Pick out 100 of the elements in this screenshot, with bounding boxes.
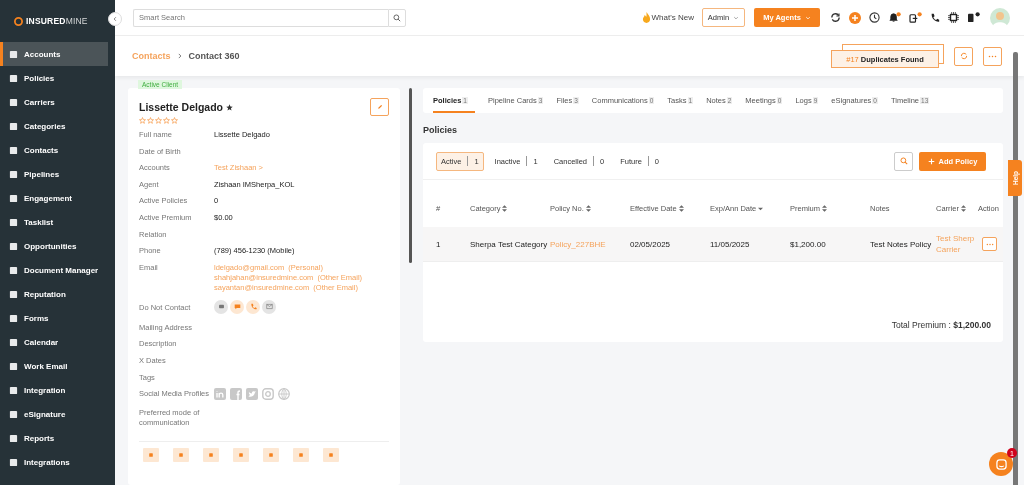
sidebar-item[interactable]: Calendar <box>0 330 108 354</box>
facebook-icon[interactable] <box>230 388 242 401</box>
collapse-button[interactable] <box>108 12 122 26</box>
star-icon[interactable] <box>155 117 162 124</box>
refresh-button[interactable] <box>954 46 973 66</box>
sidebar-item[interactable]: Pipelines <box>0 162 108 186</box>
search-icon[interactable] <box>899 157 908 165</box>
chat-icon[interactable] <box>233 303 241 311</box>
sort-icon[interactable] <box>960 205 966 212</box>
total-premium: Total Premium : $1,200.00 <box>890 320 992 330</box>
scrollbar[interactable] <box>1013 52 1018 485</box>
square-icon[interactable] <box>9 337 18 347</box>
square-icon[interactable] <box>9 169 18 179</box>
square-icon[interactable] <box>9 361 18 371</box>
action-button[interactable] <box>173 448 189 463</box>
square-icon[interactable] <box>9 49 18 59</box>
table-cell-text: 11/05/2025 <box>710 238 751 250</box>
action-button[interactable] <box>143 448 159 463</box>
sidebar-item[interactable]: eSignature <box>0 402 108 426</box>
square-icon[interactable] <box>9 313 18 323</box>
linkedin-icon[interactable] <box>214 388 226 401</box>
refresh-icon[interactable] <box>830 12 841 23</box>
sidebar-item[interactable]: Document Manager <box>0 258 108 282</box>
more-button[interactable] <box>982 237 997 251</box>
chat-toggle[interactable] <box>230 299 244 314</box>
square-icon[interactable] <box>9 73 18 83</box>
phone-icon[interactable] <box>930 12 940 23</box>
square-icon[interactable] <box>9 457 18 467</box>
square-icon[interactable] <box>9 193 18 203</box>
sidebar-item[interactable]: Integrations <box>0 450 108 474</box>
caret-icon[interactable] <box>733 14 740 21</box>
square-icon[interactable] <box>9 409 18 419</box>
flame-icon[interactable] <box>641 12 651 23</box>
sidebar-item[interactable]: Reports <box>0 426 108 450</box>
sort-icon[interactable] <box>822 205 827 212</box>
sort-descending-icon[interactable] <box>758 205 764 212</box>
more-icon[interactable] <box>988 54 997 58</box>
star-icon[interactable] <box>147 117 154 124</box>
whats-new-link[interactable]: What's New <box>641 12 694 23</box>
bell-icon[interactable] <box>888 12 901 23</box>
sort-icon[interactable] <box>678 205 684 212</box>
search-button[interactable] <box>894 151 913 171</box>
sort-icon[interactable] <box>585 205 591 212</box>
table-cell-text: $1,200.00 <box>790 238 827 250</box>
device-icon[interactable] <box>909 12 922 23</box>
square-icon[interactable] <box>9 433 18 443</box>
envelope-icon[interactable] <box>217 303 225 311</box>
sidebar-item[interactable]: Work Email <box>0 354 108 378</box>
square-icon[interactable] <box>9 97 18 107</box>
square-icon[interactable] <box>9 265 18 275</box>
section-title: Policies <box>423 125 459 135</box>
action-button[interactable] <box>263 448 279 463</box>
sidebar-item[interactable]: Contacts <box>0 138 108 162</box>
sidebar-item[interactable]: Categories <box>0 114 108 138</box>
square-icon[interactable] <box>9 217 18 227</box>
phone-toggle[interactable] <box>246 299 260 314</box>
scrollbar[interactable] <box>409 88 412 263</box>
mail-toggle[interactable] <box>262 299 276 314</box>
twitter-icon[interactable] <box>246 388 258 401</box>
pencil-icon[interactable] <box>376 104 383 110</box>
search-icon[interactable] <box>393 13 401 22</box>
more-button[interactable] <box>983 46 1002 66</box>
sidebar-item[interactable]: Integration <box>0 378 108 402</box>
search-button[interactable] <box>388 8 406 27</box>
action-button[interactable] <box>203 448 219 463</box>
sidebar-item[interactable]: Engagement <box>0 186 108 210</box>
caret-icon[interactable] <box>804 14 811 21</box>
action-button[interactable] <box>293 448 309 463</box>
sidebar-item[interactable]: Accounts <box>0 42 108 66</box>
avatar[interactable] <box>990 7 1010 28</box>
action-button[interactable] <box>233 448 249 463</box>
clock-icon[interactable] <box>869 12 880 23</box>
square-icon[interactable] <box>9 121 18 131</box>
sidebar-item[interactable]: Carriers <box>0 90 108 114</box>
star-icon[interactable] <box>163 117 170 124</box>
rating-stars[interactable] <box>139 117 178 124</box>
square-icon[interactable] <box>9 241 18 251</box>
mail-icon[interactable] <box>265 303 273 311</box>
more-icon[interactable] <box>985 242 994 246</box>
edit-button[interactable] <box>370 98 389 116</box>
plus-icon[interactable] <box>927 157 935 165</box>
star-icon[interactable] <box>139 117 146 124</box>
square-icon[interactable] <box>9 289 18 299</box>
instagram-icon[interactable] <box>262 388 274 401</box>
sidebar-item[interactable]: Reputation <box>0 282 108 306</box>
chat-icon[interactable] <box>995 458 1007 470</box>
sidebar-item[interactable]: Policies <box>0 66 108 90</box>
sidebar-item[interactable]: Opportunities <box>0 234 108 258</box>
sidebar-item[interactable]: Tasklist <box>0 210 108 234</box>
star-icon[interactable] <box>171 117 178 124</box>
document-icon[interactable] <box>967 12 980 23</box>
email-toggle[interactable] <box>214 299 228 314</box>
add-icon[interactable] <box>849 11 861 24</box>
square-icon[interactable] <box>9 145 18 155</box>
square-icon[interactable] <box>9 385 18 395</box>
sidebar-item[interactable]: Forms <box>0 306 108 330</box>
sort-icon[interactable] <box>502 205 508 212</box>
chip-icon[interactable] <box>948 12 959 23</box>
globe-icon[interactable] <box>278 388 290 401</box>
action-button[interactable] <box>323 448 339 463</box>
